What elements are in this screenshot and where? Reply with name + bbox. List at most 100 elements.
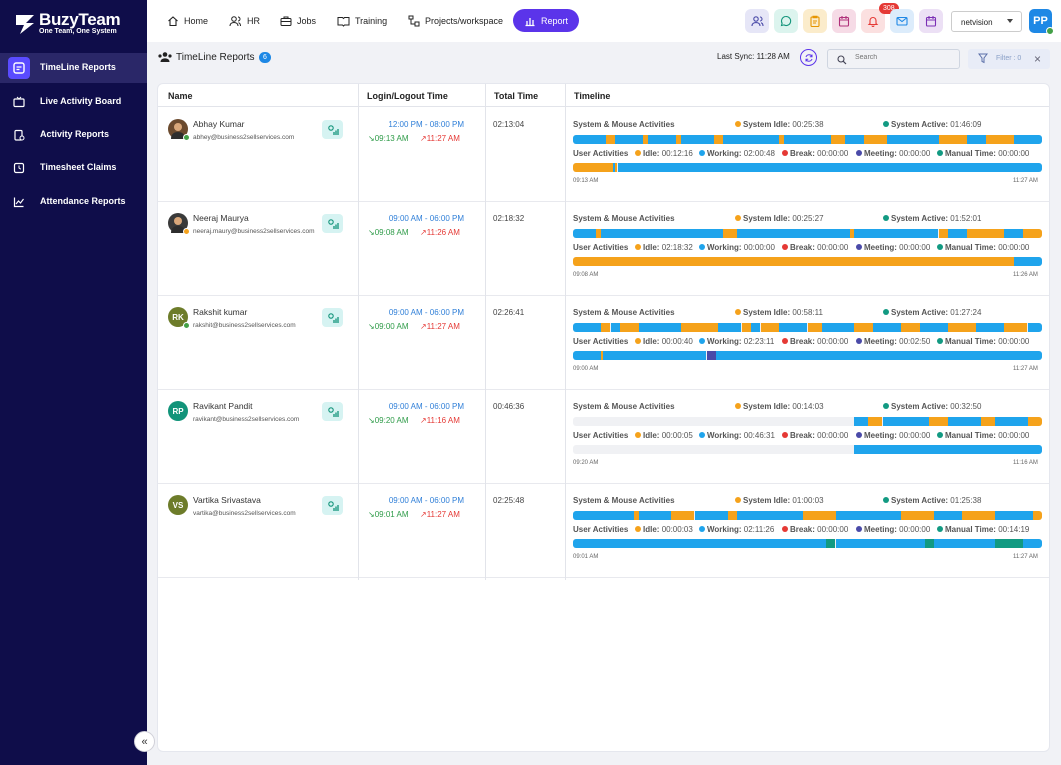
mail-icon — [896, 16, 908, 26]
system-idle-value: 01:00:03 — [792, 496, 824, 505]
brand-logo[interactable]: BuzyTeam One Team, One System — [14, 10, 134, 40]
nav-home[interactable]: Home — [167, 9, 208, 32]
system-activity-bar-segment — [1004, 229, 1023, 238]
user-working-value: 00:00:00 — [743, 243, 775, 252]
system-activity-bar-segment — [573, 511, 634, 520]
system-idle-value: 00:25:38 — [792, 120, 824, 129]
system-activity-bar-segment — [784, 135, 831, 144]
nav-hr[interactable]: HR — [229, 9, 260, 32]
system-idle-label: System Idle: — [743, 402, 791, 411]
system-idle-dot — [735, 497, 741, 503]
sidebar-item-label: Activity Reports — [40, 129, 110, 139]
shift-time: 12:00 PM - 08:00 PM — [388, 120, 464, 129]
sync-button[interactable] — [800, 49, 817, 66]
system-activity-bar-segment — [728, 511, 737, 520]
system-activity-bar-segment — [948, 323, 976, 332]
system-active-dot — [883, 497, 889, 503]
user-avatar[interactable]: PP — [1029, 9, 1054, 35]
timeline-end-time: 11:27 AM — [1013, 366, 1038, 372]
user-meeting-label: Meeting: — [864, 337, 897, 346]
user-idle-value: 00:12:16 — [661, 149, 693, 158]
user-idle: Idle: 00:00:40 — [635, 337, 693, 346]
nav-report[interactable]: Report — [513, 9, 580, 32]
sidebar-item-timesheet-claims[interactable]: Timesheet Claims — [0, 153, 147, 183]
search-box[interactable] — [827, 49, 960, 69]
system-active: System Active: 01:27:24 — [883, 308, 981, 317]
user-manual-time-dot — [937, 338, 943, 344]
sidebar-item-activity-reports[interactable]: Activity Reports — [0, 120, 147, 150]
logout-time: ↗11:27 AM — [420, 510, 460, 519]
sidebar-item-live-activity-board[interactable]: Live Activity Board — [0, 87, 147, 117]
system-idle: System Idle: 01:00:03 — [735, 496, 824, 505]
system-activity-bar-segment — [723, 135, 779, 144]
system-activity-bar-segment — [808, 323, 822, 332]
user-meeting-label: Meeting: — [864, 431, 897, 440]
user-activities-label: User Activities — [573, 431, 629, 440]
chat-button[interactable] — [774, 9, 798, 33]
system-activity-bar-segment — [1023, 229, 1042, 238]
calendar-button[interactable] — [832, 9, 856, 33]
employee-name: Vartika Srivastava — [193, 495, 261, 505]
productivity-chart-button[interactable] — [322, 120, 343, 139]
system-activity-bar-segment — [671, 511, 694, 520]
organization-select[interactable]: netvision — [951, 11, 1022, 32]
productivity-chart-button[interactable] — [322, 402, 343, 421]
user-break-label: Break: — [790, 149, 815, 158]
sidebar-item-attendance-reports[interactable]: Attendance Reports — [0, 187, 147, 217]
user-manual-time: Manual Time: 00:00:00 — [937, 149, 1029, 158]
clear-filter-icon[interactable]: × — [1034, 52, 1041, 66]
logout-time-value: 11:16 AM — [426, 416, 460, 425]
schedule-button[interactable] — [919, 9, 943, 33]
sidebar-item-timeline-reports[interactable]: TimeLine Reports — [0, 53, 147, 83]
user-activity-bar-segment — [707, 351, 716, 360]
clipboard-button[interactable] — [803, 9, 827, 33]
user-meeting-value: 00:00:00 — [899, 149, 931, 158]
user-meeting-value: 00:02:50 — [899, 337, 931, 346]
team-button[interactable] — [745, 9, 769, 33]
productivity-chart-button[interactable] — [322, 308, 343, 327]
system-mouse-activities-label: System & Mouse Activities — [573, 120, 675, 129]
employee-email: vartika@business2sellservices.com — [193, 510, 296, 517]
login-time-value: 09:13 AM — [374, 134, 409, 143]
system-activity-bar-segment — [620, 323, 639, 332]
total-time: 02:13:04 — [493, 120, 525, 129]
report-icon — [8, 124, 30, 146]
system-idle-value: 00:25:27 — [792, 214, 824, 223]
system-activity-bar-segment — [1033, 511, 1042, 520]
productivity-chart-button[interactable] — [322, 496, 343, 515]
user-manual-time-dot — [937, 244, 943, 250]
user-manual-time-dot — [937, 150, 943, 156]
system-activity-bar-segment — [831, 135, 845, 144]
search-input[interactable] — [855, 54, 950, 61]
system-activity-bar-segment — [803, 511, 836, 520]
system-active: System Active: 01:46:09 — [883, 120, 981, 129]
system-activity-bar-segment — [887, 135, 939, 144]
employee-email: abhey@business2sellservices.com — [193, 134, 295, 141]
user-break-dot — [782, 244, 788, 250]
nav-jobs[interactable]: Jobs — [280, 9, 316, 32]
system-idle-value: 00:14:03 — [792, 402, 824, 411]
productivity-chart-button[interactable] — [322, 214, 343, 233]
activity-chart-icon — [327, 500, 339, 511]
logout-time-value: 11:27 AM — [426, 134, 460, 143]
filter-icon — [978, 53, 988, 64]
nav-projects-workspace[interactable]: Projects/workspace — [408, 9, 503, 32]
system-activity-bar-segment — [883, 417, 930, 426]
timeline-end-time: 11:27 AM — [1013, 554, 1038, 560]
system-mouse-activities-label: System & Mouse Activities — [573, 308, 675, 317]
user-activities: User Activities — [573, 149, 628, 158]
nav-training[interactable]: Training — [337, 9, 387, 32]
logout-time: ↗11:27 AM — [420, 322, 460, 331]
system-activity-bar-segment — [1004, 323, 1027, 332]
system-activity-bar-segment — [573, 323, 601, 332]
collapse-sidebar-button[interactable]: « — [134, 731, 155, 752]
user-idle-value: 00:00:03 — [661, 525, 693, 534]
system-activity-bar-segment — [601, 323, 610, 332]
system-activity-bar — [573, 323, 1042, 332]
user-meeting-label: Meeting: — [864, 525, 897, 534]
system-mouse-activities: System & Mouse Activities — [573, 496, 675, 505]
mail-button[interactable] — [890, 9, 914, 33]
filter-button[interactable]: Filter : 0 × — [968, 49, 1050, 69]
user-break-label: Break: — [790, 431, 815, 440]
system-active-value: 00:32:50 — [950, 402, 982, 411]
